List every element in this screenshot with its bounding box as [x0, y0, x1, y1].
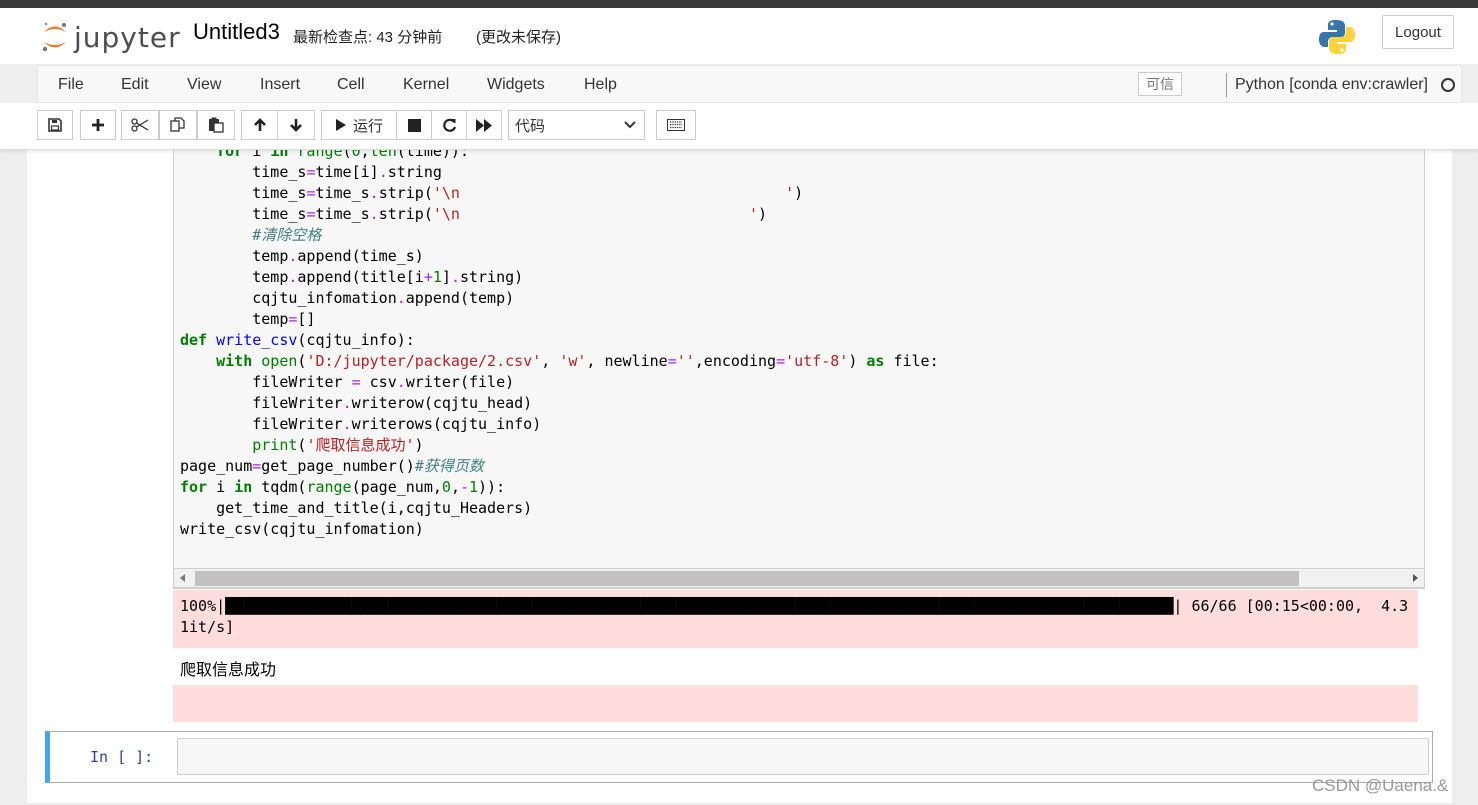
code-line: time_s=time_s.strip('\n ') [180, 184, 804, 202]
move-up-button[interactable] [241, 110, 279, 140]
code-line: fileWriter.writerow(cqjtu_head) [180, 394, 533, 412]
code-horizontal-scrollbar[interactable] [173, 568, 1425, 588]
autosave-status: (更改未保存) [476, 29, 561, 46]
code-line: #清除空格 [252, 226, 322, 244]
jupyter-logo[interactable]: jupyter [40, 20, 181, 54]
code-line: for i in range(0,len(time)): [216, 149, 469, 160]
code-line: with open('D:/jupyter/package/2.csv', 'w… [216, 352, 939, 370]
kernel-name[interactable]: Python [conda env:crawler] [1235, 76, 1428, 94]
menu-file[interactable]: File [58, 76, 84, 94]
command-palette-button[interactable] [656, 110, 696, 140]
save-icon [48, 118, 62, 132]
stop-icon [407, 118, 421, 132]
notebook-header: jupyter Untitled3 最新检查点: 43 分钟前 (更改未保存) … [0, 8, 1478, 64]
fast-forward-icon [476, 118, 492, 132]
scrollbar-thumb[interactable] [195, 571, 1299, 586]
run-button[interactable]: 运行 [321, 110, 397, 140]
code-line: def write_csv(cqjtu_info): [180, 331, 415, 349]
menu-insert[interactable]: Insert [260, 76, 300, 94]
arrow-down-icon [290, 119, 302, 132]
code-line: page_num=get_page_number()#获得页数 [180, 457, 484, 475]
code-line: time_s=time_s.strip('\n ') [180, 205, 768, 223]
insert-cell-button[interactable] [80, 110, 116, 140]
input-prompt: In [ ]: [90, 748, 154, 766]
keyboard-icon [667, 119, 685, 131]
code-line: cqjtu_infomation.append(temp) [180, 289, 515, 307]
progress-bar-output: 100%|███████████████████████████████████… [180, 597, 1409, 636]
logout-button[interactable]: Logout [1382, 15, 1454, 49]
code-line: print('爬取信息成功') [252, 436, 424, 454]
cut-button[interactable] [121, 110, 159, 140]
cell-type-value: 代码 [515, 117, 546, 135]
code-cell-input-empty[interactable] [177, 738, 1429, 775]
move-down-button[interactable] [277, 110, 315, 140]
paste-button[interactable] [197, 110, 235, 140]
scroll-left-arrow-icon[interactable] [180, 574, 185, 582]
stderr-output-empty [173, 685, 1418, 722]
copy-button[interactable] [159, 110, 197, 140]
code-line: temp=[] [180, 310, 316, 328]
checkpoint-status: 最新检查点: 43 分钟前 [293, 29, 443, 46]
code-line: get_time_and_title(i,cqjtu_Headers) [180, 499, 533, 517]
play-icon [335, 119, 346, 131]
toolbar: 运行 代码 [0, 103, 1478, 150]
restart-icon [442, 118, 456, 132]
menu-cell[interactable]: Cell [337, 76, 365, 94]
code-line: for i in tqdm(range(page_num,0,-1)): [180, 478, 506, 496]
python-logo-icon [1319, 20, 1355, 54]
menu-view[interactable]: View [187, 76, 221, 94]
scissors-icon [131, 118, 149, 132]
empty-code-cell[interactable]: In [ ]: [45, 731, 1433, 783]
menu-bar: File Edit View Insert Cell Kernel Widget… [37, 65, 1462, 103]
stderr-output: 100%|███████████████████████████████████… [173, 590, 1418, 648]
restart-run-all-button[interactable] [466, 110, 502, 140]
code-line: time_s=time[i].string [180, 163, 442, 181]
chevron-down-icon [624, 121, 636, 129]
code-line: fileWriter = csv.writer(file) [180, 373, 515, 391]
run-button-label: 运行 [352, 117, 383, 135]
copy-icon [170, 117, 185, 132]
code-line: temp.append(time_s) [180, 247, 424, 265]
restart-button[interactable] [431, 110, 467, 140]
arrow-up-icon [254, 118, 266, 131]
menu-help[interactable]: Help [584, 76, 617, 94]
kernel-idle-indicator-icon [1441, 78, 1455, 92]
kernel-separator [1226, 73, 1227, 97]
watermark: CSDN @Uaena.& [1312, 776, 1449, 795]
code-line: temp.append(title[i+1].string) [180, 268, 524, 286]
cell-type-select[interactable]: 代码 [508, 110, 645, 140]
plus-icon [92, 119, 104, 131]
code-line: write_csv(cqjtu_infomation) [180, 520, 424, 538]
save-button[interactable] [37, 110, 73, 140]
browser-top-strip [0, 0, 1478, 8]
interrupt-button[interactable] [396, 110, 432, 140]
code-cell-input[interactable]: for i in range(0,len(time)): time_s=time… [173, 149, 1425, 589]
jupyter-logo-icon [42, 22, 66, 52]
stdout-output: 爬取信息成功 [180, 662, 277, 679]
menu-kernel[interactable]: Kernel [403, 76, 449, 94]
scroll-right-arrow-icon[interactable] [1413, 574, 1418, 582]
menu-edit[interactable]: Edit [121, 76, 149, 94]
logo-wordmark: jupyter [74, 20, 181, 54]
paste-icon [209, 117, 224, 133]
menu-widgets[interactable]: Widgets [487, 76, 545, 94]
trusted-indicator[interactable]: 可信 [1138, 72, 1182, 96]
notebook-title[interactable]: Untitled3 [193, 19, 280, 45]
code-editor[interactable]: for i in range(0,len(time)): time_s=time… [180, 149, 939, 540]
code-line: fileWriter.writerows(cqjtu_info) [180, 415, 542, 433]
